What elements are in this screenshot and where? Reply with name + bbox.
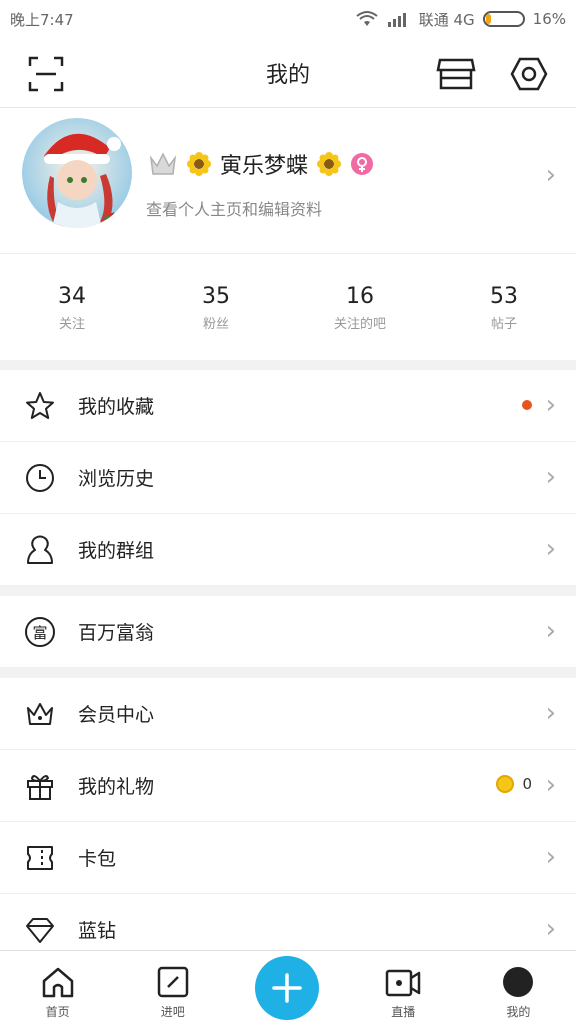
menu-item-gifts[interactable]: 我的礼物 0 › <box>0 750 576 822</box>
signal-icon <box>387 13 406 27</box>
nav-live[interactable]: 直播 <box>346 951 461 1024</box>
menu-item-vip[interactable]: 会员中心 › <box>0 678 576 750</box>
stat-followed-bars[interactable]: 16 关注的吧 <box>288 254 432 360</box>
menu-label: 我的收藏 <box>78 396 155 418</box>
menu-label: 我的礼物 <box>78 776 155 798</box>
plus-icon <box>272 973 302 1003</box>
chevron-right-icon: › <box>545 914 556 944</box>
menu-label: 我的群组 <box>78 540 155 562</box>
user-icon <box>27 535 53 564</box>
chevron-right-icon: › <box>545 616 556 646</box>
settings-icon[interactable] <box>510 56 548 92</box>
crown-icon <box>27 703 53 725</box>
female-gender-icon <box>351 153 374 175</box>
menu-label: 会员中心 <box>78 704 155 726</box>
profile-name: 寅乐梦蝶 <box>220 154 309 179</box>
nav-label: 首页 <box>45 1005 70 1019</box>
profile-card[interactable]: 寅乐梦蝶 查看个人主页和编辑资料 › <box>0 108 576 254</box>
chevron-right-icon: › <box>545 534 556 564</box>
chevron-right-icon: › <box>545 842 556 872</box>
battery-percent: 16% <box>532 10 566 28</box>
menu-item-groups[interactable]: 我的群组 › <box>0 514 576 586</box>
chevron-right-icon: › <box>545 698 556 728</box>
avatar[interactable] <box>22 118 132 228</box>
header-bar: 我的 <box>0 38 576 108</box>
new-indicator-dot <box>522 400 532 410</box>
gift-icon <box>27 775 53 800</box>
section-divider <box>0 360 576 370</box>
menu-label: 蓝钻 <box>78 920 117 942</box>
profile-avatar-icon <box>503 967 534 997</box>
stat-following[interactable]: 34 关注 <box>0 254 144 360</box>
scan-icon[interactable] <box>28 56 64 92</box>
nav-label: 直播 <box>391 1005 416 1019</box>
wifi-icon <box>356 11 378 26</box>
stat-value: 53 <box>490 284 518 309</box>
create-post-button[interactable] <box>255 956 319 1020</box>
menu-label: 百万富翁 <box>78 622 155 644</box>
stat-label: 帖子 <box>490 317 517 332</box>
section-divider <box>0 586 576 596</box>
gift-count: 0 <box>522 775 532 793</box>
menu-label: 浏览历史 <box>78 468 155 490</box>
sunflower-icon <box>317 152 342 176</box>
stat-value: 34 <box>58 284 86 309</box>
carrier-label: 联通 4G <box>418 10 475 29</box>
stats-bar: 34 关注 35 粉丝 16 关注的吧 53 帖子 <box>0 254 576 360</box>
menu-item-wealth[interactable]: 富 百万富翁 › <box>0 596 576 668</box>
section-divider <box>0 668 576 678</box>
shop-icon[interactable] <box>436 56 476 92</box>
stat-followers[interactable]: 35 粉丝 <box>144 254 288 360</box>
home-icon <box>42 967 73 998</box>
battery-icon <box>482 11 525 27</box>
chevron-right-icon: › <box>545 160 556 190</box>
diamond-icon <box>26 918 54 943</box>
sunflower-icon <box>187 152 211 176</box>
nav-mine[interactable]: 我的 <box>461 951 576 1024</box>
ticket-icon <box>27 846 53 870</box>
coin-icon <box>496 775 515 793</box>
edit-icon <box>157 966 189 998</box>
wealth-icon: 富 <box>25 617 55 647</box>
menu-item-history[interactable]: 浏览历史 › <box>0 442 576 514</box>
stat-value: 35 <box>202 284 230 309</box>
chevron-right-icon: › <box>545 390 556 420</box>
status-bar: 晚上7:47 联通 4G 16% <box>0 0 576 38</box>
stat-posts[interactable]: 53 帖子 <box>432 254 576 360</box>
chevron-right-icon: › <box>545 462 556 492</box>
star-icon <box>26 392 54 419</box>
nav-home[interactable]: 首页 <box>0 951 115 1024</box>
menu-item-favorites[interactable]: 我的收藏 › <box>0 370 576 442</box>
video-icon <box>385 969 421 997</box>
menu-item-coupons[interactable]: 卡包 › <box>0 822 576 894</box>
page-title: 我的 <box>265 62 310 88</box>
svg-text:富: 富 <box>32 624 47 642</box>
clock-icon <box>26 464 54 492</box>
crown-icon <box>149 152 177 175</box>
stat-label: 关注的吧 <box>333 317 386 332</box>
nav-enter-bar[interactable]: 进吧 <box>115 951 230 1024</box>
status-time: 晚上7:47 <box>10 10 74 29</box>
menu-label: 卡包 <box>78 848 117 870</box>
profile-subtitle: 查看个人主页和编辑资料 <box>146 200 323 219</box>
stat-label: 关注 <box>58 317 85 332</box>
nav-label: 进吧 <box>160 1005 185 1019</box>
stat-label: 粉丝 <box>202 317 229 332</box>
stat-value: 16 <box>346 284 374 309</box>
chevron-right-icon: › <box>545 770 556 800</box>
nav-label: 我的 <box>506 1005 531 1019</box>
